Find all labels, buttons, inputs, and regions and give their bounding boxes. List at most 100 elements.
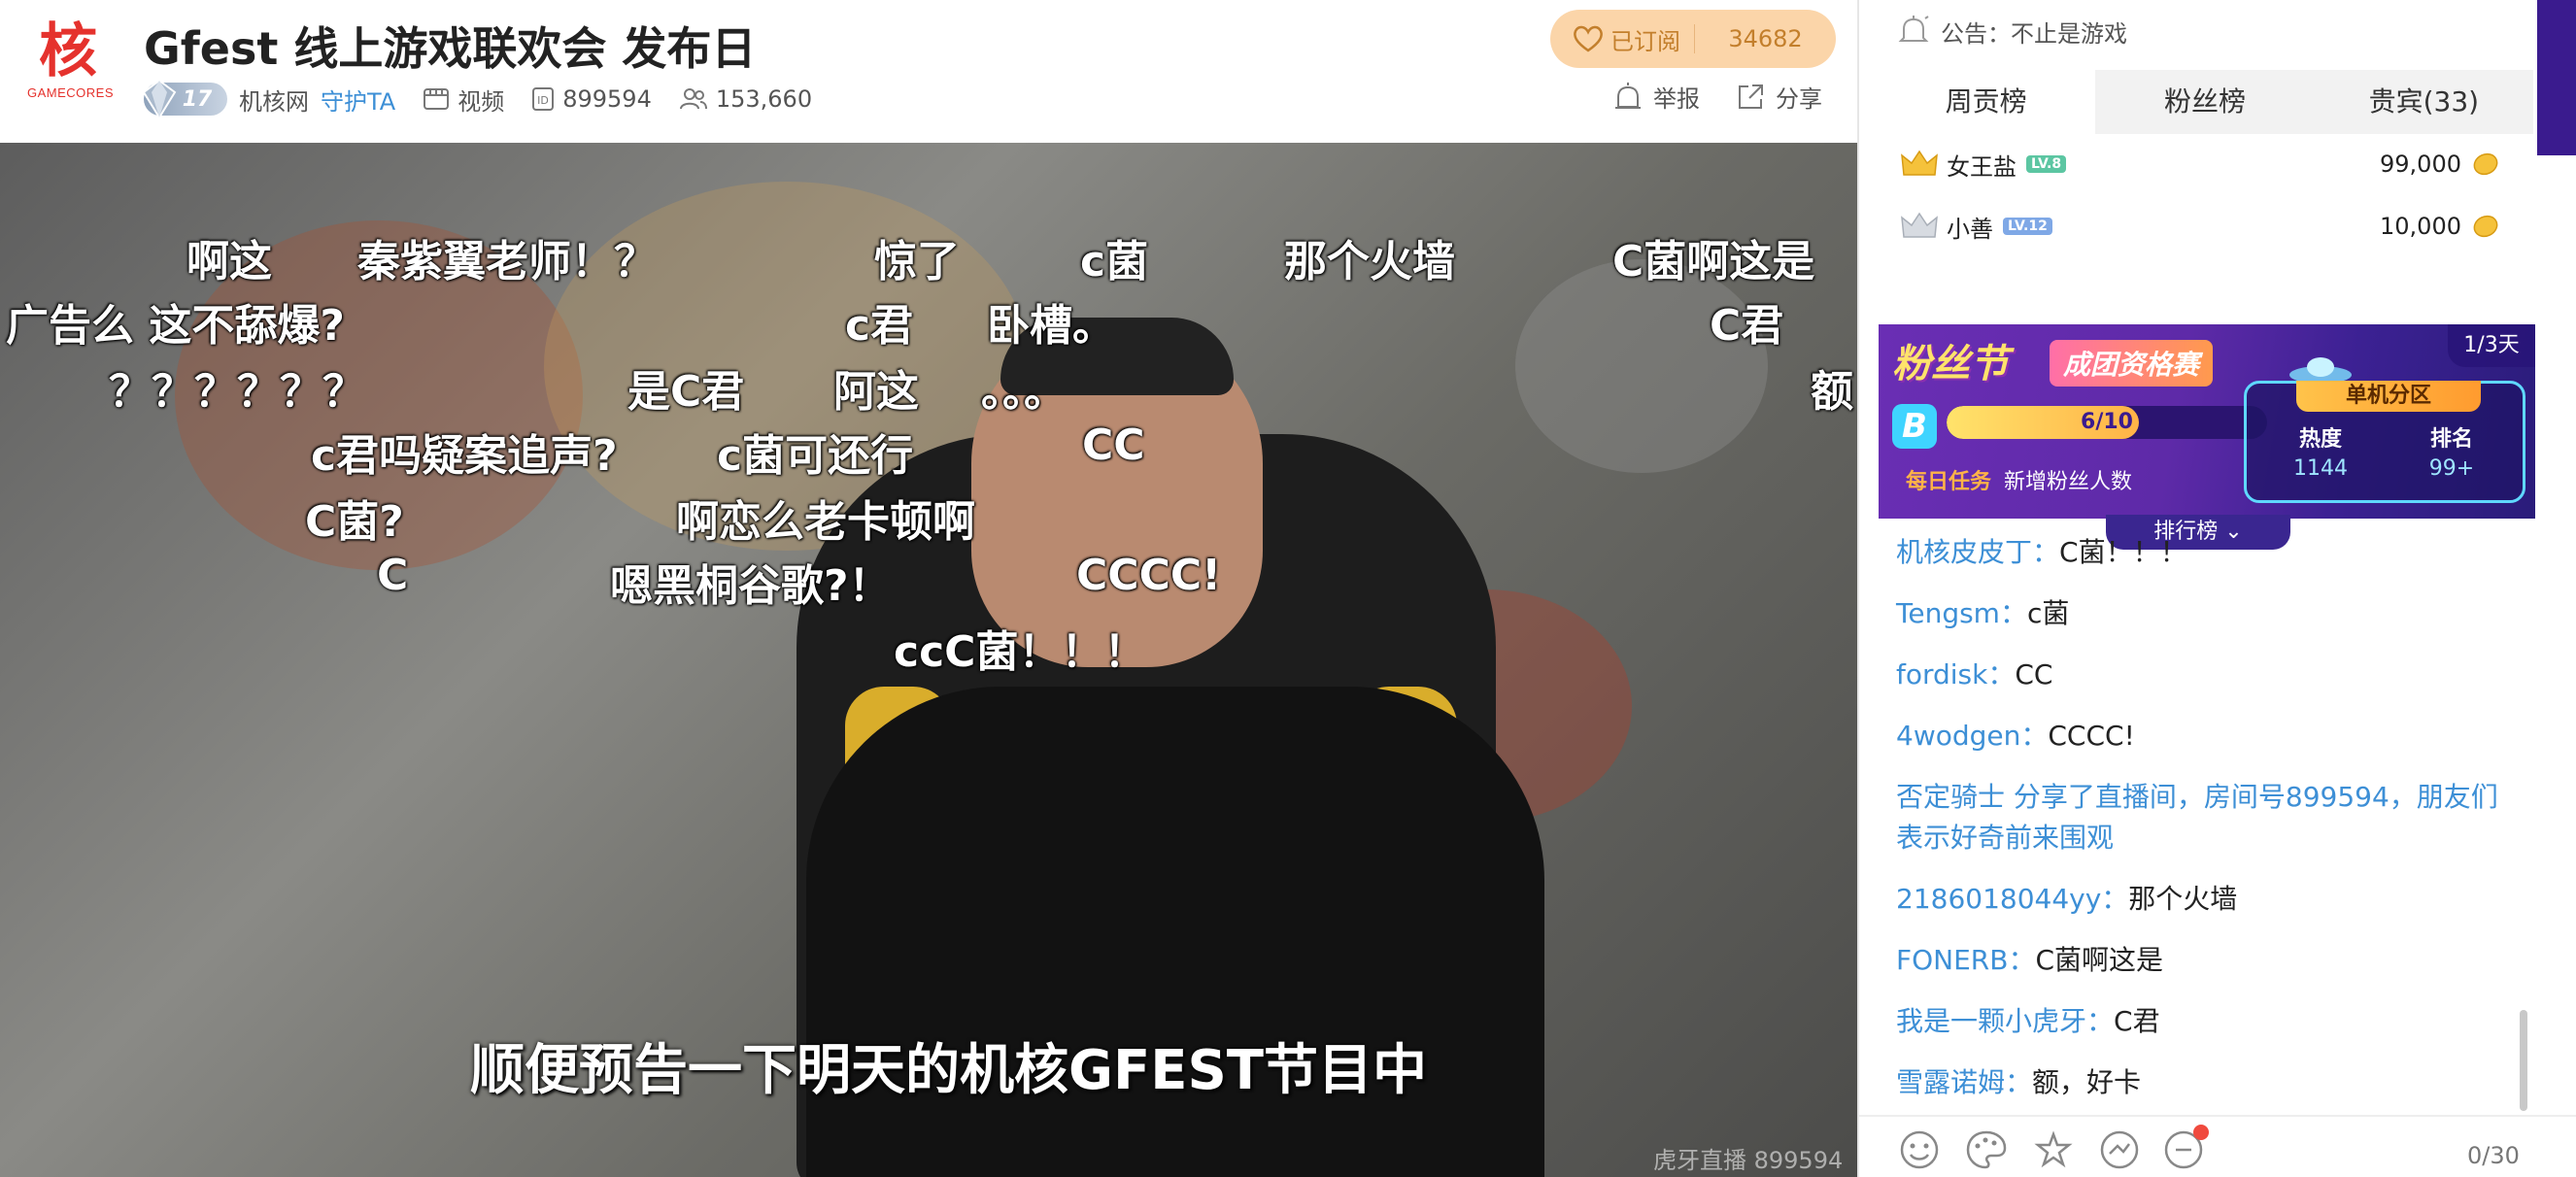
- tab-vip[interactable]: 贵宾(33): [2315, 70, 2533, 134]
- streamer-name[interactable]: 机核网: [239, 83, 309, 117]
- subscribe-count: 34682: [1728, 25, 1803, 52]
- share-icon: [1739, 84, 1763, 109]
- danmaku-comment: ？？？？？？: [109, 367, 365, 417]
- char-counter: 0/30: [2467, 1142, 2520, 1169]
- report-icon: [1615, 82, 1641, 109]
- task-text: 新增粉丝人数: [2004, 470, 2133, 494]
- users-icon: [679, 88, 707, 110]
- ranking-row[interactable]: 女王盐 LV.8 99,000: [1900, 140, 2502, 188]
- gift-icon[interactable]: [2098, 1128, 2141, 1171]
- danmaku-layer: 啊这 秦紫翼老师！？ 惊了 c菌 那个火墙 C菌啊这是 广告么 这不舔爆? c君 卧槽。 C君 ？？…: [0, 143, 1857, 920]
- danmaku-comment: C菌啊这是: [1612, 237, 1815, 286]
- film-icon: [424, 88, 450, 110]
- gold-crown-icon: [1901, 150, 1938, 176]
- chat-text: C菌！！！: [2059, 536, 2187, 568]
- danmaku-comment: CC: [1082, 420, 1145, 470]
- room-title: Gfest 线上游戏联欢会 发布日: [144, 22, 757, 75]
- diamond-icon: [142, 79, 177, 119]
- logo-text: GAMECORES: [27, 85, 115, 100]
- coin-icon: [2473, 215, 2498, 238]
- danmaku-comment: 是C君: [627, 367, 745, 417]
- announcement: 公告： 不止是游戏: [1896, 10, 2127, 52]
- chat-message: 2186018044yy：那个火墙: [1896, 879, 2518, 920]
- video-player[interactable]: 啊这 秦紫翼老师！？ 惊了 c菌 那个火墙 C菌啊这是 广告么 这不舔爆? c君 卧槽。 C君 ？？…: [0, 143, 1857, 1177]
- chat-message: 我是一颗小虎牙：C君: [1896, 1001, 2518, 1042]
- tab-fans[interactable]: 粉丝榜: [2095, 70, 2314, 134]
- chat-list: 机核皮皮丁：C菌！！！ Tengsm：c菌 fordisk：CC 4wodgen…: [1896, 532, 2518, 1124]
- division-label: 单机分区: [2296, 381, 2481, 412]
- bilibili-logo: B: [1892, 404, 1937, 449]
- tab-weekly[interactable]: 周贡榜: [1877, 70, 2096, 134]
- palette-icon[interactable]: [1964, 1128, 2009, 1171]
- level-number: 17: [182, 86, 213, 112]
- video-subtitle: 顺便预告一下明天的机核GFEST节目中: [470, 1039, 1428, 1102]
- share-label: 分享: [1776, 85, 1822, 113]
- share-button[interactable]: 分享: [1735, 80, 1822, 114]
- watermark: 虎牙直播 899594: [1653, 1147, 1844, 1174]
- danmaku-comment: 秦紫翼老师！？: [357, 237, 657, 286]
- ranking-score: 10,000: [2380, 213, 2461, 240]
- chat-scrollbar[interactable]: [2520, 1010, 2527, 1111]
- user-level-badge: LV.8: [2026, 155, 2067, 173]
- category-link[interactable]: 视频: [458, 83, 504, 117]
- chat-text: c菌: [2026, 597, 2070, 629]
- banner-title: 粉丝节: [1892, 342, 2009, 387]
- effects-icon[interactable]: [2032, 1128, 2075, 1171]
- chat-nickname[interactable]: 机核皮皮丁：: [1896, 536, 2059, 568]
- announcement-text: 不止是游戏: [2011, 19, 2127, 48]
- chat-message: FONERB：C菌啊这是: [1896, 940, 2518, 981]
- chat-text: 那个火墙: [2128, 883, 2238, 915]
- logo-glyph: 核: [39, 17, 97, 85]
- danmaku-comment: 阿这: [833, 367, 919, 417]
- danmaku-comment: 广告么 这不舔爆?: [6, 301, 345, 351]
- chat-nickname[interactable]: fordisk：: [1896, 658, 2015, 690]
- danmaku-comment: CCCC!: [1076, 551, 1222, 600]
- system-message: 否定骑士 分享了直播间，房间号899594，朋友们表示好奇前来围观: [1896, 781, 2498, 854]
- chat-nickname[interactable]: FONERB：: [1896, 944, 2035, 976]
- task-label: 每日任务: [1906, 470, 1992, 494]
- danmaku-comment: ccC菌！！！: [894, 627, 1147, 677]
- danmaku-comment: c菌可还行: [717, 431, 914, 481]
- report-button[interactable]: 举报: [1612, 80, 1700, 114]
- banner-days: 1/3天: [2448, 324, 2535, 367]
- danmaku-comment: 啊恋么老卡顿啊: [676, 497, 975, 547]
- fan-festival-banner[interactable]: 粉丝节 成团资格赛 1/3天 B 6/10 每日任务 新增粉丝人数 单机分区 热…: [1879, 324, 2535, 519]
- svg-text:ID: ID: [537, 94, 549, 107]
- chat-nickname[interactable]: 我是一颗小虎牙：: [1896, 1005, 2114, 1037]
- chat-text: CCCC!: [2048, 720, 2135, 752]
- chat-nickname[interactable]: 4wodgen：: [1896, 720, 2048, 752]
- danmaku-comment: 啊这: [186, 237, 272, 286]
- guard-link[interactable]: 守护TA: [321, 83, 395, 117]
- streamer-level-badge: 17: [142, 79, 227, 119]
- chat-nickname[interactable]: 雪露诺姆：: [1896, 1066, 2032, 1098]
- danmaku-comment: 。。。: [981, 367, 1067, 417]
- chat-text: CC: [2015, 658, 2053, 690]
- subscribe-button[interactable]: 已订阅 34682: [1550, 10, 1836, 68]
- viewer-count: 153,660: [715, 85, 813, 113]
- heart-icon: [1574, 25, 1603, 52]
- banner-badge: 成团资格赛: [2050, 340, 2214, 387]
- ranking-score: 99,000: [2380, 151, 2461, 178]
- progress-track: 6/10: [1947, 406, 2267, 439]
- danmaku-comment: c菌: [1080, 237, 1149, 286]
- danmaku-comment: 嗯黑桐谷歌?！: [610, 561, 892, 611]
- chat-nickname[interactable]: 2186018044yy：: [1896, 883, 2128, 915]
- room-meta: 17 机核网 守护TA 视频 ID 899594 153,660: [142, 79, 813, 119]
- rank-label: 排名: [2429, 427, 2473, 452]
- gamecores-logo[interactable]: 核 GAMECORES: [27, 17, 115, 109]
- ranking-name: 小善: [1947, 215, 1993, 243]
- announcement-label: 公告：: [1941, 19, 2011, 48]
- sidebar-accent: [2537, 0, 2576, 155]
- notification-icon[interactable]: [2162, 1123, 2213, 1171]
- chat-message: 机核皮皮丁：C菌！！！: [1896, 532, 2518, 573]
- emoji-icon[interactable]: [1898, 1128, 1941, 1171]
- subscribe-label: 已订阅: [1610, 27, 1680, 55]
- chat-nickname[interactable]: Tengsm：: [1896, 597, 2027, 629]
- coin-icon: [2473, 152, 2498, 176]
- ranking-row[interactable]: 小善 LV.12 10,000: [1900, 202, 2502, 251]
- danmaku-comment: 额: [1811, 367, 1853, 417]
- chat-message: 4wodgen：CCCC!: [1896, 716, 2518, 757]
- danmaku-comment: c君吗疑案追声?: [311, 431, 618, 481]
- chat-message: Tengsm：c菌: [1896, 593, 2518, 634]
- danmaku-comment: C菌?: [305, 497, 404, 547]
